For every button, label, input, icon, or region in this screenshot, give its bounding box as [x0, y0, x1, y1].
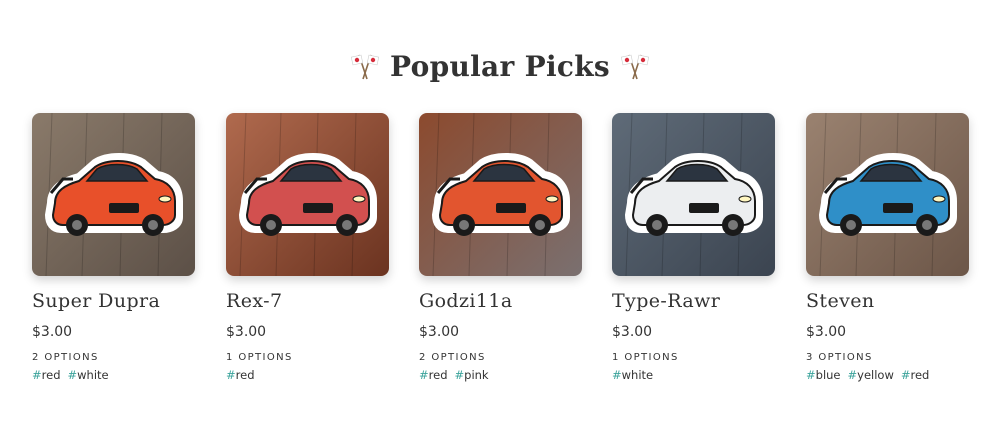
product-tags: #red #pink: [419, 368, 582, 383]
tag-hash: #: [847, 368, 858, 382]
section-heading: Popular Picks: [0, 44, 1000, 88]
tag-hash: #: [806, 368, 816, 382]
tag-label: pink: [464, 368, 489, 382]
car-sticker-image: [419, 113, 582, 276]
product-name[interactable]: Super Dupra: [32, 289, 195, 313]
product-price: $3.00: [226, 324, 267, 340]
product-options-count: 2 OPTIONS: [32, 352, 99, 363]
product-tag[interactable]: #white: [68, 368, 109, 383]
car-sticker-image: [226, 113, 389, 276]
tag-hash: #: [612, 368, 622, 382]
tag-label: red: [235, 368, 255, 382]
product-tag[interactable]: #yellow: [848, 368, 894, 383]
tag-hash: #: [419, 368, 429, 382]
product-price: $3.00: [419, 324, 460, 340]
tag-label: white: [77, 368, 109, 382]
tag-hash: #: [32, 368, 42, 382]
product-options-count: 2 OPTIONS: [419, 352, 486, 363]
tag-hash: #: [67, 368, 78, 382]
product-tag[interactable]: #red: [419, 368, 448, 383]
product-tag[interactable]: #white: [612, 368, 653, 383]
product-price: $3.00: [612, 324, 653, 340]
tag-hash: #: [226, 368, 236, 382]
product-name[interactable]: Rex-7: [226, 289, 389, 313]
car-sticker-image: [612, 113, 775, 276]
product-image[interactable]: [419, 113, 582, 276]
product-tags: #red: [226, 368, 389, 383]
product-options-count: 3 OPTIONS: [806, 352, 873, 363]
product-tag[interactable]: #pink: [455, 368, 489, 383]
product-tags: #red #white: [32, 368, 195, 383]
product-tags: #blue #yellow #red: [806, 368, 969, 383]
tag-label: white: [621, 368, 654, 382]
product-card[interactable]: Rex-7 $3.00 1 OPTIONS #red: [226, 113, 389, 383]
product-image[interactable]: [806, 113, 969, 276]
product-card[interactable]: Type-Rawr $3.00 1 OPTIONS #white: [612, 113, 775, 383]
product-price: $3.00: [806, 324, 847, 340]
product-options-count: 1 OPTIONS: [226, 352, 293, 363]
crossed-flags-icon: [350, 54, 380, 80]
car-sticker-image: [806, 113, 969, 276]
product-name[interactable]: Type-Rawr: [612, 289, 775, 313]
tag-label: yellow: [857, 368, 894, 382]
car-sticker-image: [32, 113, 195, 276]
product-tags: #white: [612, 368, 775, 383]
product-card[interactable]: Steven $3.00 3 OPTIONS #blue #yellow #red: [806, 113, 969, 383]
product-name[interactable]: Godzi11a: [419, 289, 582, 313]
product-image[interactable]: [612, 113, 775, 276]
tag-label: red: [428, 368, 448, 382]
crossed-flags-icon: [620, 54, 650, 80]
product-tag[interactable]: #red: [901, 368, 930, 383]
product-card[interactable]: Godzi11a $3.00 2 OPTIONS #red #pink: [419, 113, 582, 383]
product-card[interactable]: Super Dupra $3.00 2 OPTIONS #red #white: [32, 113, 195, 383]
product-image[interactable]: [32, 113, 195, 276]
tag-label: blue: [815, 368, 841, 382]
product-name[interactable]: Steven: [806, 289, 969, 313]
product-options-count: 1 OPTIONS: [612, 352, 679, 363]
product-image[interactable]: [226, 113, 389, 276]
tag-label: red: [910, 368, 930, 382]
product-grid: Super Dupra $3.00 2 OPTIONS #red#white: [32, 113, 972, 413]
tag-hash: #: [900, 368, 911, 382]
section-title: Popular Picks: [390, 49, 610, 83]
product-tag[interactable]: #blue: [806, 368, 841, 383]
product-tag[interactable]: #red: [226, 368, 255, 383]
tag-hash: #: [454, 368, 465, 382]
product-price: $3.00: [32, 324, 73, 340]
tag-label: red: [41, 368, 61, 382]
product-tag[interactable]: #red: [32, 368, 61, 383]
